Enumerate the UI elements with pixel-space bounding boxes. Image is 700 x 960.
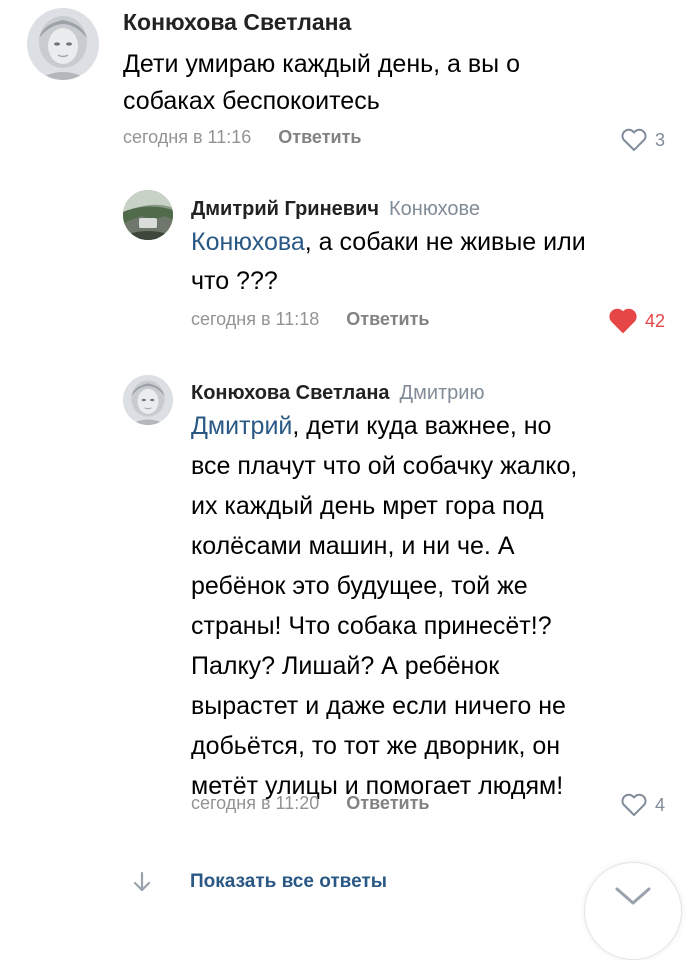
reply-button[interactable]: Ответить xyxy=(278,127,361,147)
like-count: 42 xyxy=(645,310,666,331)
comment-meta: сегодня в 11:16 Ответить xyxy=(123,127,361,148)
like-count: 3 xyxy=(655,129,666,150)
like-button[interactable]: 42 xyxy=(608,308,665,334)
comment-text-line: добьётся, то тот же дворник, он xyxy=(191,732,561,760)
comment-meta: сегодня в 11:20 Ответить xyxy=(191,793,429,814)
comment-text-line: их каждый день мрет гора под xyxy=(191,492,544,520)
comment-text-line: собаках беспокоитесь xyxy=(123,87,380,115)
like-button[interactable]: 3 xyxy=(620,128,665,152)
mention-link[interactable]: Дмитрий xyxy=(191,412,292,440)
avatar[interactable] xyxy=(123,375,173,425)
avatar-image xyxy=(123,190,173,240)
avatar-image xyxy=(27,8,99,80)
scroll-down-button[interactable] xyxy=(584,862,682,960)
show-all-replies-label: Показать все ответы xyxy=(190,871,387,892)
comment-text-line: Дмитрий, дети куда важнее, но xyxy=(191,412,552,440)
comment-text-line: Палку? Лишай? А ребёнок xyxy=(191,652,500,680)
comment-text-line: страны! Что собака принесёт!? xyxy=(191,612,552,640)
reply-button[interactable]: Ответить xyxy=(346,309,429,329)
avatar-image xyxy=(123,375,173,425)
comment-timestamp[interactable]: сегодня в 11:20 xyxy=(191,793,319,813)
comment-timestamp[interactable]: сегодня в 11:16 xyxy=(123,127,251,147)
comment-text: Дети умираю каждый день, а вы о собаках … xyxy=(123,52,520,126)
comment-text-line: колёсами машин, и ни че. А xyxy=(191,532,515,560)
heart-outline-icon xyxy=(621,128,647,151)
comment-author[interactable]: Конюхова Светлана xyxy=(123,9,351,36)
comment-text-line: вырастет и даже если ничего не xyxy=(191,692,566,720)
show-all-replies-button[interactable]: Показать все ответы xyxy=(130,870,387,894)
avatar[interactable] xyxy=(123,190,173,240)
comment-text: Дмитрий, дети куда важнее, но все плачут… xyxy=(191,414,577,814)
like-count: 4 xyxy=(655,794,666,815)
arrow-down-icon xyxy=(133,871,151,892)
heart-outline-icon xyxy=(621,793,647,816)
mention-link[interactable]: Конюхова xyxy=(191,228,305,256)
comment-text-line: что ??? xyxy=(191,267,278,295)
reply-to-name[interactable]: Дмитрию xyxy=(400,382,485,404)
comment-author[interactable]: Конюхова Светлана Дмитрию xyxy=(191,382,484,405)
comment-text-line: Дети умираю каждый день, а вы о xyxy=(123,50,520,78)
comment-timestamp[interactable]: сегодня в 11:18 xyxy=(191,309,319,329)
comment-author[interactable]: Дмитрий Гриневич Конюхове xyxy=(191,198,480,221)
chevron-down-icon xyxy=(615,887,651,905)
avatar[interactable] xyxy=(27,8,99,80)
comment-text-line: все плачут что ой собачку жалко, xyxy=(191,452,578,480)
comment-meta: сегодня в 11:18 Ответить xyxy=(191,309,429,330)
reply-to-name[interactable]: Конюхове xyxy=(389,198,480,220)
comment-text-line: ребёнок это будущее, той же xyxy=(191,572,528,600)
like-button[interactable]: 4 xyxy=(620,793,665,817)
comment-text-line: Конюхова, а собаки не живые или xyxy=(191,228,586,256)
comment-text: Конюхова, а собаки не живые или что ??? xyxy=(191,230,586,308)
heart-filled-icon xyxy=(609,308,637,334)
reply-button[interactable]: Ответить xyxy=(346,793,429,813)
